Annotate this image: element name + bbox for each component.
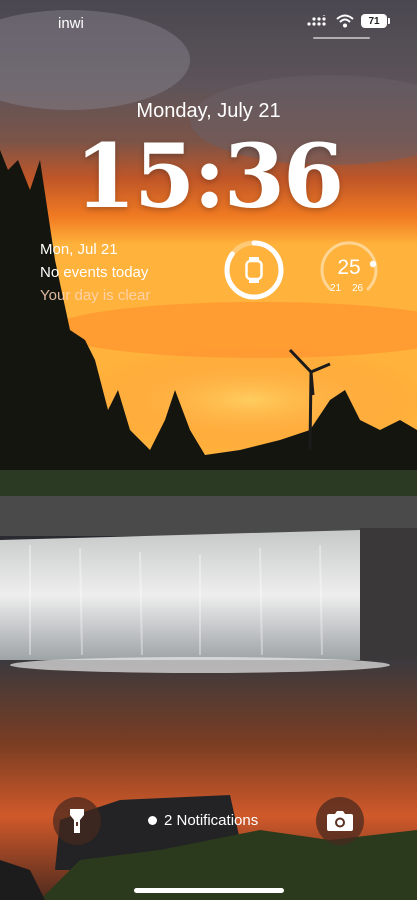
status-icons: 71 <box>307 14 390 28</box>
watch-icon <box>245 257 263 283</box>
notifications-summary[interactable]: 2 Notifications <box>148 812 258 829</box>
lockscreen-date: Monday, July 21 <box>136 100 281 122</box>
wifi-icon <box>336 14 354 28</box>
low-temperature: 21 <box>330 283 342 294</box>
calendar-subtitle: Your day is clear <box>40 287 151 304</box>
battery-icon: 71 <box>361 14 390 28</box>
calendar-date: Mon, Jul 21 <box>40 241 118 258</box>
status-bar: inwi 71 <box>0 0 417 46</box>
camera-icon <box>327 811 353 831</box>
high-temperature: 26 <box>352 283 364 294</box>
battery-level: 71 <box>368 15 380 27</box>
camera-button[interactable] <box>316 797 364 845</box>
calendar-events: No events today <box>40 264 149 281</box>
carrier-name: inwi <box>58 15 84 32</box>
status-underline <box>313 37 370 39</box>
current-temperature: 25 <box>337 256 361 279</box>
signal-dots-icon <box>307 15 326 26</box>
calendar-widget[interactable]: Mon, Jul 21 No events today Your day is … <box>40 238 150 307</box>
flashlight-icon <box>70 809 84 833</box>
lockscreen-clock: 15:36 <box>74 124 344 228</box>
watch-battery-widget[interactable] <box>223 239 285 301</box>
notification-dot-icon <box>148 816 157 825</box>
flashlight-button[interactable] <box>53 797 101 845</box>
home-indicator[interactable] <box>134 888 284 893</box>
notifications-count: 2 Notifications <box>164 812 259 829</box>
weather-widget[interactable]: 25 21 26 <box>318 239 380 301</box>
